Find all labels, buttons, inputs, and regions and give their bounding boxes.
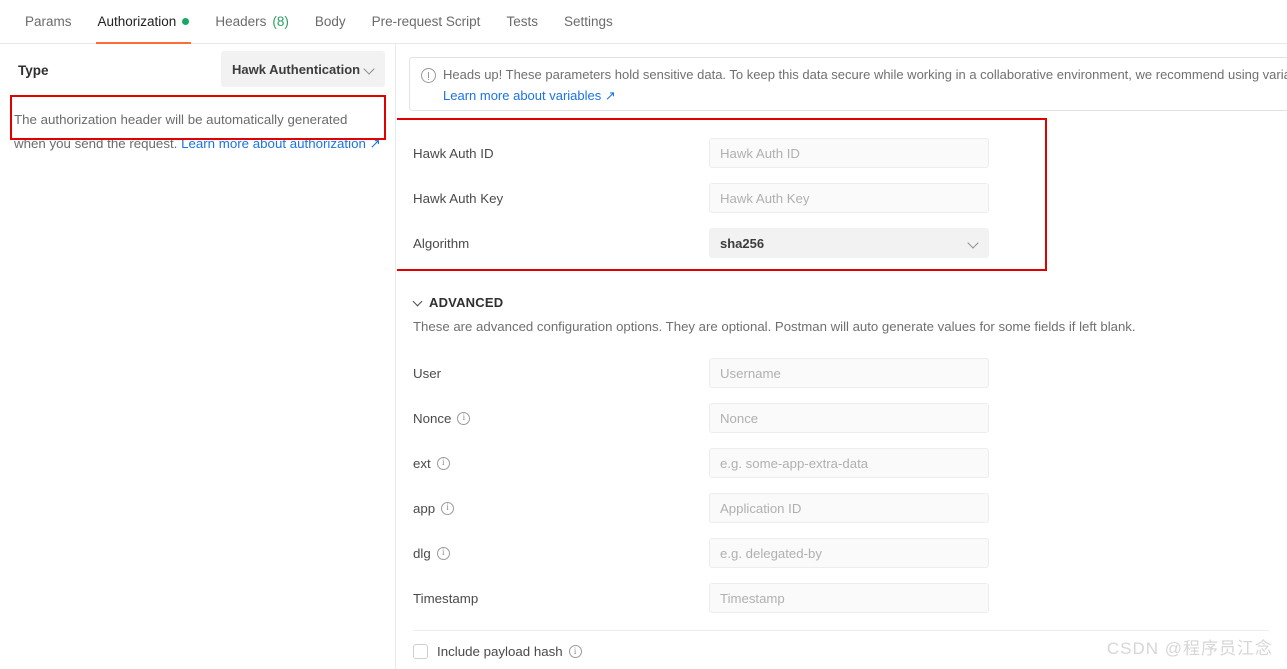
field-row: Algorithm sha256 xyxy=(413,228,1013,258)
chevron-down-icon xyxy=(364,64,375,75)
learn-more-variables-link[interactable]: Learn more about variables ↗ xyxy=(443,88,1287,104)
sensitive-data-banner: Heads up! These parameters hold sensitiv… xyxy=(409,57,1287,111)
tab-label: Params xyxy=(25,14,72,29)
field-select[interactable]: sha256 xyxy=(709,228,989,258)
field-row: ext xyxy=(413,448,1013,478)
auth-type-select[interactable]: Hawk Authentication xyxy=(221,51,385,87)
info-icon[interactable] xyxy=(436,546,450,560)
auth-type-panel: Type Hawk Authentication The authorizati… xyxy=(0,44,396,669)
tab-authorization[interactable]: Authorization xyxy=(85,0,203,44)
section-divider xyxy=(413,630,1269,631)
tab-headers[interactable]: Headers (8) xyxy=(202,0,302,43)
field-row: Hawk Auth Key xyxy=(413,183,1013,213)
field-label-text: Timestamp xyxy=(413,590,479,606)
auth-type-row: Type Hawk Authentication xyxy=(10,51,385,89)
banner-message: Heads up! These parameters hold sensitiv… xyxy=(443,67,1287,82)
advanced-section-description: These are advanced configuration options… xyxy=(413,319,1136,334)
field-input[interactable] xyxy=(709,403,989,433)
tab-body[interactable]: Body xyxy=(302,0,359,43)
tab-count: (8) xyxy=(272,14,289,29)
auth-config-panel: Heads up! These parameters hold sensitiv… xyxy=(397,44,1287,669)
field-label-text: Algorithm xyxy=(413,235,470,251)
field-select-value: sha256 xyxy=(720,235,765,251)
include-payload-hash-label: Include payload hash xyxy=(437,644,582,659)
tab-pre-request-script[interactable]: Pre-request Script xyxy=(359,0,494,43)
field-input[interactable] xyxy=(709,538,989,568)
alert-circle-icon xyxy=(421,68,436,83)
request-tab-bar: Params Authorization Headers (8) Body Pre-req… xyxy=(0,0,1287,44)
tab-settings[interactable]: Settings xyxy=(551,0,626,43)
info-icon[interactable] xyxy=(436,456,450,470)
chevron-down-icon xyxy=(968,238,979,249)
field-label: Hawk Auth ID xyxy=(413,146,709,161)
tab-label: Pre-request Script xyxy=(371,14,481,29)
field-label-text: ext xyxy=(413,455,431,471)
info-icon[interactable] xyxy=(441,501,455,515)
advanced-section-toggle[interactable]: ADVANCED xyxy=(413,295,503,310)
field-label: dlg xyxy=(413,546,709,561)
field-label-text: User xyxy=(413,365,442,381)
auth-helper-text: The authorization header will be automat… xyxy=(14,108,382,156)
tab-label: Tests xyxy=(506,14,538,29)
field-input[interactable] xyxy=(709,583,989,613)
field-row: dlg xyxy=(413,538,1013,568)
field-input[interactable] xyxy=(709,448,989,478)
tab-label: Authorization xyxy=(97,14,177,29)
auth-type-selected-value: Hawk Authentication xyxy=(232,61,361,77)
include-payload-hash-checkbox[interactable] xyxy=(413,644,428,659)
field-row: app xyxy=(413,493,1013,523)
field-label-text: Nonce xyxy=(413,410,452,426)
auth-type-label: Type xyxy=(18,62,49,78)
field-label-text: Hawk Auth ID xyxy=(413,145,494,161)
chevron-down-icon xyxy=(413,297,424,308)
tab-status-dot-icon xyxy=(182,18,190,25)
field-row: Nonce xyxy=(413,403,1013,433)
field-input[interactable] xyxy=(709,183,989,213)
learn-more-authorization-link[interactable]: Learn more about authorization ↗ xyxy=(181,136,381,151)
field-label-text: Hawk Auth Key xyxy=(413,190,504,206)
info-icon[interactable] xyxy=(568,645,582,658)
field-label-text: dlg xyxy=(413,545,431,561)
field-row: Hawk Auth ID xyxy=(413,138,1013,168)
field-label: Hawk Auth Key xyxy=(413,191,709,206)
field-label: Nonce xyxy=(413,411,709,426)
field-label-text: app xyxy=(413,500,436,516)
field-label: app xyxy=(413,501,709,516)
postman-authorization-panel: Params Authorization Headers (8) Body Pre-req… xyxy=(0,0,1287,669)
field-input[interactable] xyxy=(709,358,989,388)
field-label: Timestamp xyxy=(413,591,709,606)
field-label: ext xyxy=(413,456,709,471)
tab-label: Body xyxy=(314,14,346,29)
field-row: Timestamp xyxy=(413,583,1013,613)
field-label: User xyxy=(413,366,709,381)
tab-params[interactable]: Params xyxy=(12,0,85,43)
watermark: CSDN @程序员江念 xyxy=(1106,639,1273,658)
field-label: Algorithm xyxy=(413,236,709,251)
checkbox-text: Include payload hash xyxy=(437,644,563,659)
field-input[interactable] xyxy=(709,138,989,168)
include-payload-hash-row[interactable]: Include payload hash xyxy=(413,644,582,659)
advanced-section-title: ADVANCED xyxy=(429,295,504,310)
info-icon[interactable] xyxy=(457,411,471,425)
tab-label: Settings xyxy=(563,14,613,29)
field-row: User xyxy=(413,358,1013,388)
field-input[interactable] xyxy=(709,493,989,523)
tab-tests[interactable]: Tests xyxy=(493,0,551,43)
tab-label: Headers xyxy=(215,14,267,29)
